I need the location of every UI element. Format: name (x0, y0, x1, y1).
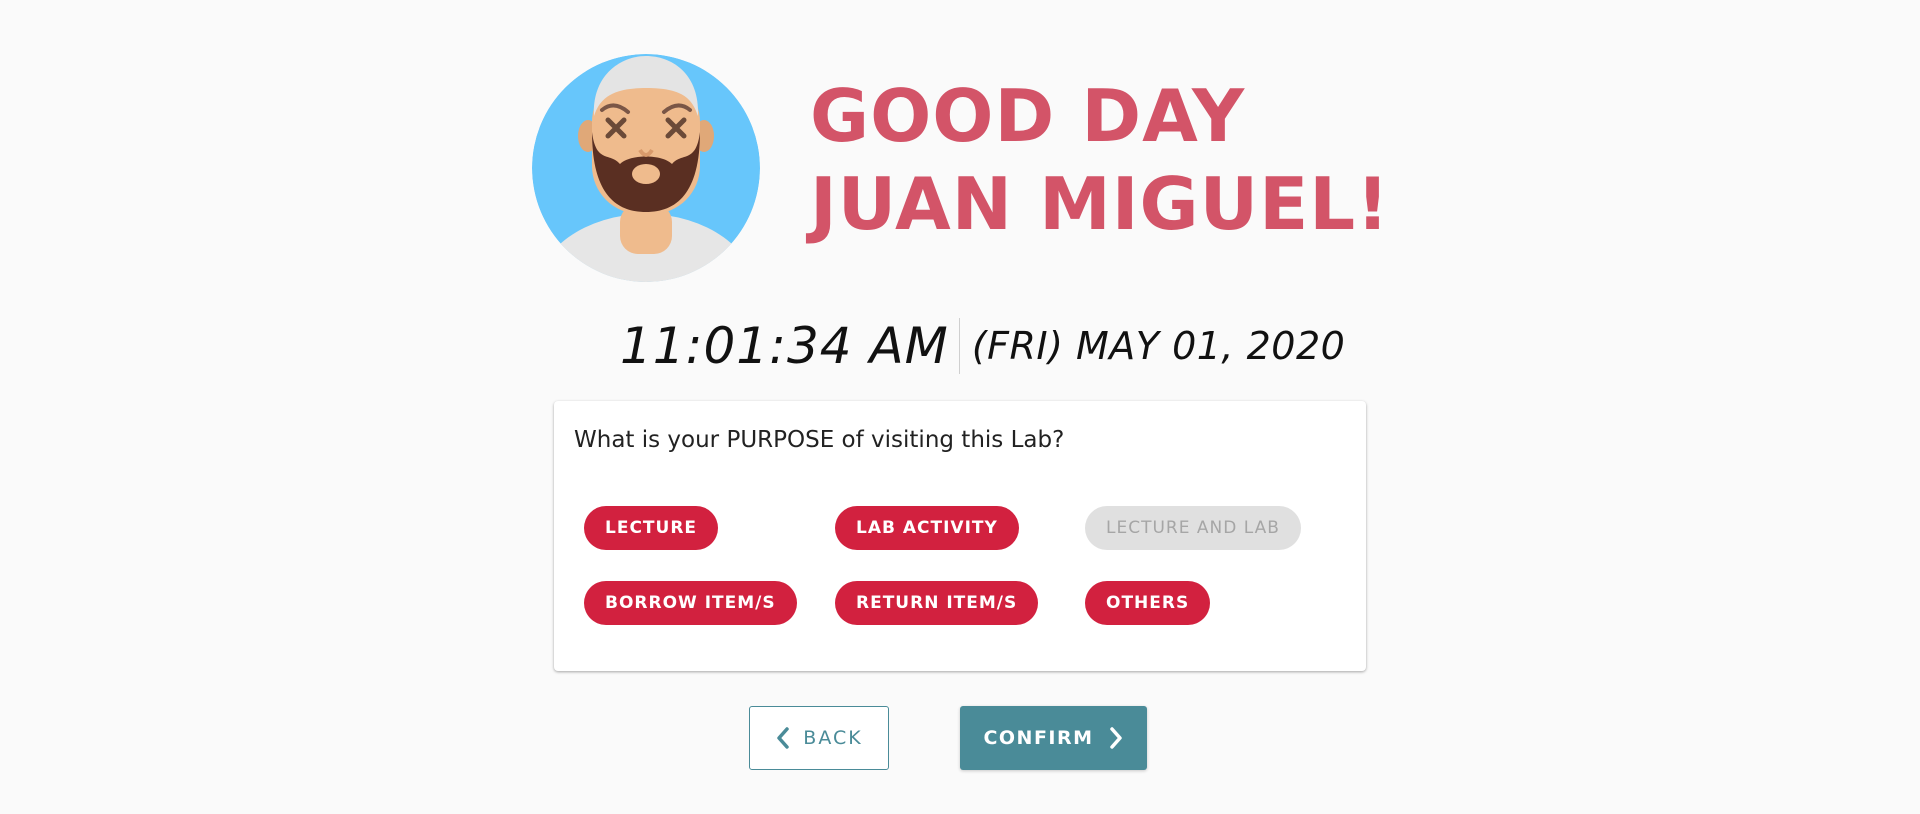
purpose-chip-borrow-items[interactable]: BORROW ITEM/S (584, 581, 797, 625)
clock-date: (FRI) MAY 01, 2020 (971, 324, 1346, 368)
chevron-left-icon (775, 727, 791, 749)
datetime-divider (958, 318, 960, 374)
purpose-chip-others[interactable]: OTHERS (1085, 581, 1211, 625)
purpose-question: What is your PURPOSE of visiting this La… (574, 427, 1065, 453)
purpose-chip-lecture-and-lab: LECTURE AND LAB (1085, 506, 1301, 550)
avatar (532, 54, 760, 282)
confirm-button[interactable]: CONFIRM (960, 706, 1147, 770)
clock-time: 11:01:34 AM (620, 317, 949, 375)
purpose-card: What is your PURPOSE of visiting this La… (554, 401, 1366, 671)
back-button[interactable]: BACK (749, 706, 889, 770)
purpose-chip-lecture[interactable]: LECTURE (584, 506, 719, 550)
purpose-chip-lab-activity[interactable]: LAB ACTIVITY (835, 506, 1019, 550)
back-button-label: BACK (803, 727, 863, 749)
greeting-user-name: JUAN MIGUEL! (810, 162, 1390, 246)
greeting-line-1: GOOD DAY (810, 74, 1246, 158)
purpose-chip-return-items[interactable]: RETURN ITEM/S (835, 581, 1039, 625)
kiosk-screen: GOOD DAY JUAN MIGUEL! 11:01:34 AM (FRI) … (0, 0, 1920, 814)
confirm-button-label: CONFIRM (983, 727, 1094, 749)
datetime-display: 11:01:34 AM (FRI) MAY 01, 2020 (620, 316, 1345, 376)
chevron-right-icon (1108, 727, 1124, 749)
greeting-heading: GOOD DAY JUAN MIGUEL! (810, 72, 1390, 248)
